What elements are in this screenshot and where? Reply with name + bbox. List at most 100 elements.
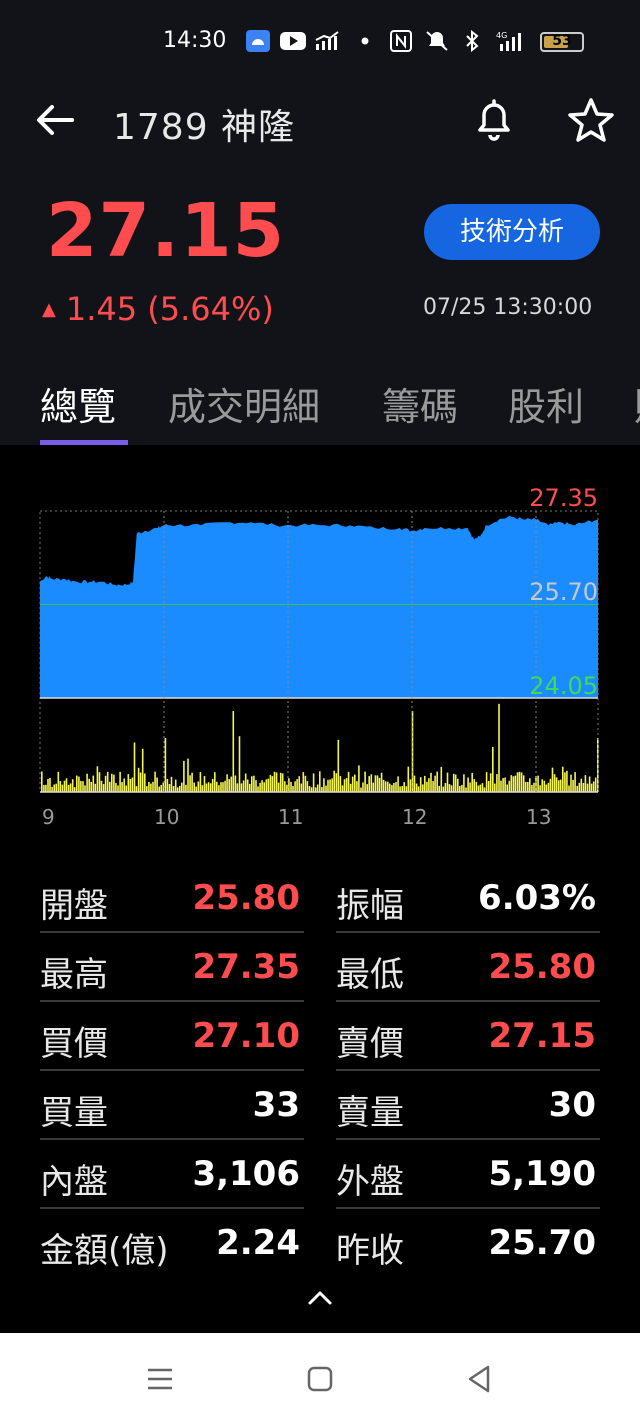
volume-bar — [323, 778, 325, 792]
volume-bar — [436, 771, 438, 792]
volume-bar — [269, 774, 272, 792]
back-triangle-icon[interactable] — [462, 1361, 498, 1397]
volume-bar — [191, 772, 193, 792]
volume-bar — [496, 774, 498, 792]
volume-bar — [401, 786, 403, 792]
tab-trade-details[interactable]: 成交明細 — [168, 376, 320, 431]
volume-bar — [226, 774, 228, 792]
volume-bar — [51, 786, 53, 792]
volume-bar — [545, 784, 548, 792]
volume-bar — [368, 776, 370, 792]
volume-bar — [327, 779, 329, 792]
stats-row: 買量 33 賣量 30 — [40, 1071, 600, 1140]
volume-bar — [141, 748, 144, 792]
volume-bar — [498, 703, 500, 792]
status-bar: 14:30 4G 53 — [0, 22, 640, 62]
volume-bar — [172, 786, 175, 792]
volume-bar — [312, 773, 315, 792]
chevron-up-icon[interactable] — [304, 1284, 336, 1312]
youtube-icon — [280, 32, 306, 50]
volume-bar — [249, 783, 251, 792]
volume-bar — [308, 786, 311, 792]
tab-overview[interactable]: 總覽 — [40, 376, 116, 431]
volume-bar — [354, 774, 356, 792]
technical-analysis-button[interactable]: 技術分析 — [424, 204, 600, 260]
volume-bar — [306, 781, 309, 792]
stat-cell: 振幅 6.03% — [336, 864, 600, 933]
volume-bar — [417, 786, 420, 792]
stat-value: 27.15 — [488, 1016, 596, 1056]
volume-bar — [452, 773, 455, 792]
stat-value: 3,106 — [192, 1154, 300, 1194]
x-tick-label: 12 — [402, 805, 427, 829]
volume-bar — [220, 782, 222, 792]
tab-chips[interactable]: 籌碼 — [382, 376, 458, 431]
volume-bar — [47, 779, 49, 792]
volume-bar — [539, 785, 541, 792]
volume-bar — [557, 780, 560, 792]
menu-icon[interactable] — [142, 1361, 178, 1397]
tab-more[interactable]: 財 — [634, 376, 640, 431]
volume-bar — [325, 785, 327, 792]
volume-bar — [594, 777, 597, 792]
volume-bar — [434, 775, 436, 792]
volume-bar — [512, 776, 515, 792]
volume-bar — [240, 783, 243, 792]
stat-cell: 昨收 25.70 — [336, 1209, 600, 1278]
volume-bar — [170, 776, 173, 792]
volume-bar — [55, 783, 57, 792]
volume-bar — [489, 773, 492, 792]
volume-bar — [137, 767, 140, 792]
volume-bar — [144, 773, 146, 792]
volume-bar — [94, 783, 97, 792]
bell-icon[interactable] — [470, 96, 518, 144]
volume-bar — [286, 784, 288, 792]
volume-bar — [281, 773, 284, 792]
volume-bar — [300, 783, 303, 792]
stat-value: 25.70 — [488, 1223, 596, 1263]
volume-bar — [351, 776, 354, 792]
volume-bar — [88, 778, 90, 792]
volume-bar — [440, 766, 443, 792]
volume-bar — [166, 779, 169, 792]
volume-bar — [510, 775, 513, 792]
tab-dividends[interactable]: 股利 — [508, 376, 584, 431]
volume-bar — [485, 772, 488, 792]
volume-bar — [59, 781, 62, 792]
volume-bar — [205, 783, 208, 792]
volume-bar — [168, 784, 171, 792]
volume-bar — [100, 780, 103, 792]
volume-bar — [211, 778, 214, 792]
volume-bar — [500, 780, 502, 792]
volume-bar — [549, 778, 552, 792]
volume-bar — [102, 784, 105, 792]
svg-text:4G: 4G — [496, 31, 507, 40]
volume-bar — [224, 780, 226, 792]
intraday-chart[interactable]: 27.35 25.70 24.05 9 10 11 12 13 — [0, 470, 640, 830]
volume-bar — [479, 784, 482, 792]
x-tick-label: 10 — [154, 805, 179, 829]
star-icon[interactable] — [566, 96, 616, 144]
x-tick-label: 13 — [526, 805, 551, 829]
volume-bar — [382, 779, 385, 792]
back-arrow-icon[interactable] — [34, 100, 76, 140]
home-square-icon[interactable] — [302, 1361, 338, 1397]
volume-bar — [576, 785, 578, 792]
volume-bar — [430, 772, 432, 792]
stat-value: 33 — [252, 1085, 300, 1125]
volume-bar — [257, 786, 259, 792]
volume-bar — [158, 786, 160, 792]
volume-bar — [343, 779, 346, 792]
volume-bar — [531, 785, 533, 792]
volume-bar — [471, 772, 473, 792]
volume-bar — [43, 785, 45, 792]
volume-bar — [454, 774, 457, 792]
volume-bar — [393, 783, 395, 792]
volume-bar — [477, 785, 480, 792]
volume-bar — [391, 785, 393, 792]
volume-bar — [564, 772, 566, 792]
volume-bar — [117, 785, 119, 792]
volume-bar — [69, 783, 72, 792]
volume-bar — [152, 781, 154, 792]
volume-bar — [290, 781, 292, 792]
